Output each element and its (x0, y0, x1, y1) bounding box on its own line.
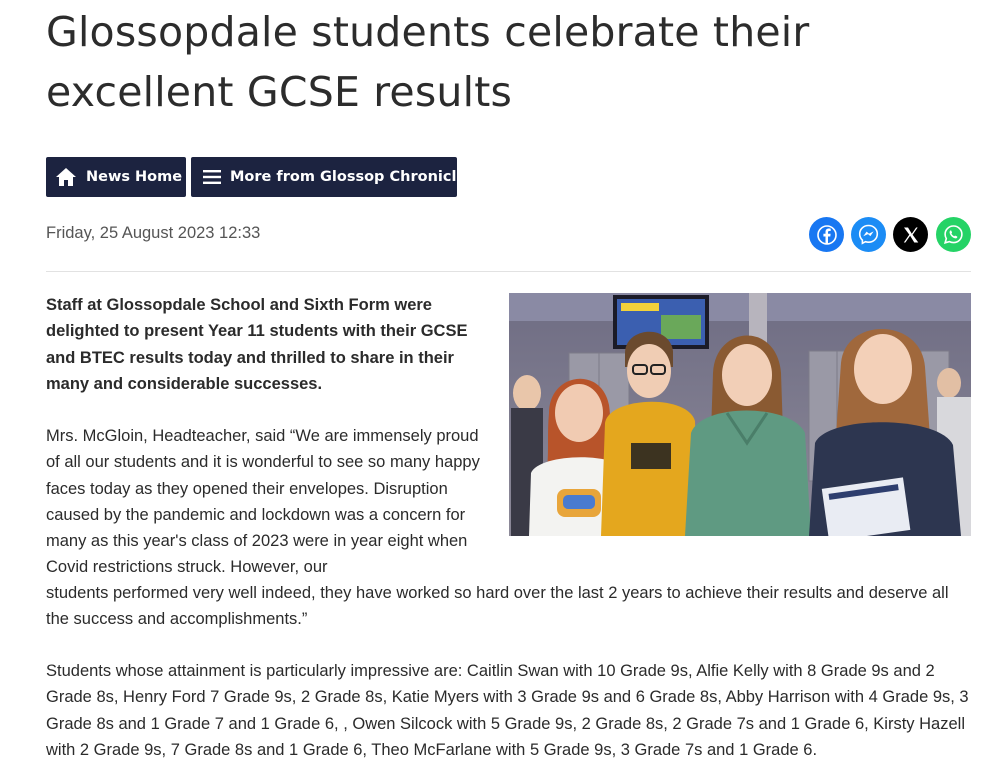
quote-paragraph-start: Mrs. McGloin, Headteacher, said “We are … (46, 427, 480, 577)
publish-date: Friday, 25 August 2023 12:33 (46, 224, 261, 242)
whatsapp-icon (943, 225, 963, 244)
quote-paragraph-end: students performed very well indeed, the… (46, 584, 949, 629)
article-page: Glossopdale students celebrate their exc… (0, 0, 1002, 772)
lead-paragraph: Staff at Glossopdale School and Sixth Fo… (46, 296, 468, 393)
more-from-label: More from Glossop Chronicle (230, 169, 467, 185)
divider (46, 271, 971, 272)
students-photo-illustration (509, 293, 971, 536)
x-icon (903, 227, 918, 242)
share-x-button[interactable] (893, 217, 928, 252)
news-home-button[interactable]: News Home (46, 157, 186, 197)
share-facebook-button[interactable] (809, 217, 844, 252)
students-photo[interactable] (509, 293, 971, 536)
messenger-icon (858, 224, 879, 245)
news-home-label: News Home (86, 169, 183, 185)
page-title: Glossopdale students celebrate their exc… (46, 8, 810, 116)
students-paragraph: Students whose attainment is particularl… (46, 662, 969, 759)
home-icon (56, 168, 76, 186)
menu-icon (203, 170, 221, 184)
more-from-chronicle-button[interactable]: More from Glossop Chronicle (191, 157, 466, 197)
share-messenger-button[interactable] (851, 217, 886, 252)
share-whatsapp-button[interactable] (936, 217, 971, 252)
facebook-icon (816, 224, 837, 245)
